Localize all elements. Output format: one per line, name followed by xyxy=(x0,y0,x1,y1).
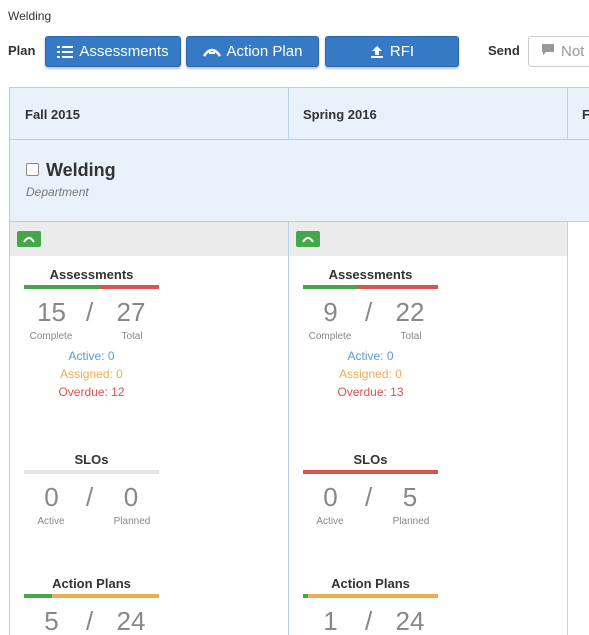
road-icon xyxy=(23,237,35,243)
action-plan-button-label: Action Plan xyxy=(226,43,303,60)
done-count: 5 xyxy=(44,606,59,635)
planned-count: 0 xyxy=(123,482,139,512)
section-title: Assessments xyxy=(328,267,413,282)
term-column-partial xyxy=(567,222,589,635)
term-column: Assessments 9 / 22 Complete Total Active… xyxy=(289,222,568,635)
term-header: Fall 2015 xyxy=(25,106,80,122)
section-title: Action Plans xyxy=(331,576,410,591)
active-label: Active xyxy=(37,516,65,527)
assigned-link[interactable]: Assigned: 0 xyxy=(24,367,159,385)
notify-button-label: Not xyxy=(561,43,585,60)
overdue-link[interactable]: Overdue: 13 xyxy=(303,385,438,403)
progress-bar xyxy=(24,594,159,598)
term-column: Assessments 15 / 27 Complete Total Activ… xyxy=(10,222,289,635)
complete-label: Complete xyxy=(308,331,352,342)
action-plans-summary[interactable]: Action Plans 1 / 24 xyxy=(303,576,438,635)
active-link[interactable]: Active: 0 xyxy=(303,349,438,367)
toolbar: Plan Assessments Action Plan RFI Send No… xyxy=(0,36,589,68)
fraction: 0 / 5 xyxy=(303,480,438,516)
send-label: Send xyxy=(488,43,520,58)
fraction: 15 / 27 xyxy=(24,295,159,331)
progress-bar xyxy=(24,470,159,474)
total-count: 22 xyxy=(395,297,425,327)
department-type: Department xyxy=(26,185,89,199)
complete-label: Complete xyxy=(29,331,73,342)
slos-summary[interactable]: SLOs 0 / 5 Active Planned xyxy=(303,452,438,530)
fraction: 1 / 24 xyxy=(303,604,438,635)
term-header: Spring 2016 xyxy=(303,106,377,122)
list-icon xyxy=(57,45,74,59)
total-count: 24 xyxy=(395,606,425,635)
planned-label: Planned xyxy=(113,516,151,527)
active-link[interactable]: Active: 0 xyxy=(24,349,159,367)
total-label: Total xyxy=(121,331,143,342)
fraction: 9 / 22 xyxy=(303,295,438,331)
section-title: Action Plans xyxy=(52,576,131,591)
progress-bar xyxy=(24,285,159,289)
term-header: F xyxy=(582,106,589,122)
section-title: SLOs xyxy=(74,452,109,467)
assessments-button[interactable]: Assessments xyxy=(45,36,181,67)
term-grid: Fall 2015 Spring 2016 F Welding Departme… xyxy=(9,87,589,635)
progress-bar xyxy=(303,594,438,598)
notify-button[interactable]: Not xyxy=(528,36,589,67)
column-toolbar xyxy=(10,222,289,256)
active-count: 0 xyxy=(323,482,338,512)
section-title: SLOs xyxy=(353,452,388,467)
upload-icon xyxy=(370,45,384,59)
total-count: 27 xyxy=(116,297,146,327)
action-plans-summary[interactable]: Action Plans 5 / 24 xyxy=(24,576,159,635)
active-label: Active xyxy=(316,516,344,527)
term-header-row: Fall 2015 Spring 2016 F xyxy=(10,87,589,140)
breadcrumb: Welding xyxy=(8,9,52,23)
department-row: Welding Department xyxy=(10,140,589,222)
assessments-summary[interactable]: Assessments 15 / 27 Complete Total Activ… xyxy=(24,267,159,403)
department-name: Welding xyxy=(46,160,116,180)
complete-count: 9 xyxy=(323,297,338,327)
fraction: 0 / 0 xyxy=(24,480,159,516)
done-count: 1 xyxy=(323,606,338,635)
active-count: 0 xyxy=(44,482,59,512)
planned-label: Planned xyxy=(392,516,430,527)
assessments-summary[interactable]: Assessments 9 / 22 Complete Total Active… xyxy=(303,267,438,403)
assigned-link[interactable]: Assigned: 0 xyxy=(303,367,438,385)
column-toolbar xyxy=(289,222,568,256)
progress-bar xyxy=(303,470,438,474)
section-title: Assessments xyxy=(49,267,134,282)
progress-bar xyxy=(303,285,438,289)
road-icon xyxy=(302,237,314,243)
action-plan-shortcut-button[interactable] xyxy=(296,231,320,247)
rfi-button[interactable]: RFI xyxy=(325,36,459,67)
planned-count: 5 xyxy=(402,482,418,512)
road-icon xyxy=(202,46,221,58)
comment-icon xyxy=(541,43,555,60)
plan-label: Plan xyxy=(8,43,36,58)
department-checkbox[interactable] xyxy=(26,163,39,176)
slos-summary[interactable]: SLOs 0 / 0 Active Planned xyxy=(24,452,159,530)
action-plan-shortcut-button[interactable] xyxy=(17,231,41,247)
assessments-button-label: Assessments xyxy=(79,43,169,60)
complete-count: 15 xyxy=(37,297,66,327)
fraction: 5 / 24 xyxy=(24,604,159,635)
total-count: 24 xyxy=(116,606,146,635)
action-plan-button[interactable]: Action Plan xyxy=(186,36,319,67)
rfi-button-label: RFI xyxy=(389,43,415,60)
total-label: Total xyxy=(400,331,422,342)
overdue-link[interactable]: Overdue: 12 xyxy=(24,385,159,403)
